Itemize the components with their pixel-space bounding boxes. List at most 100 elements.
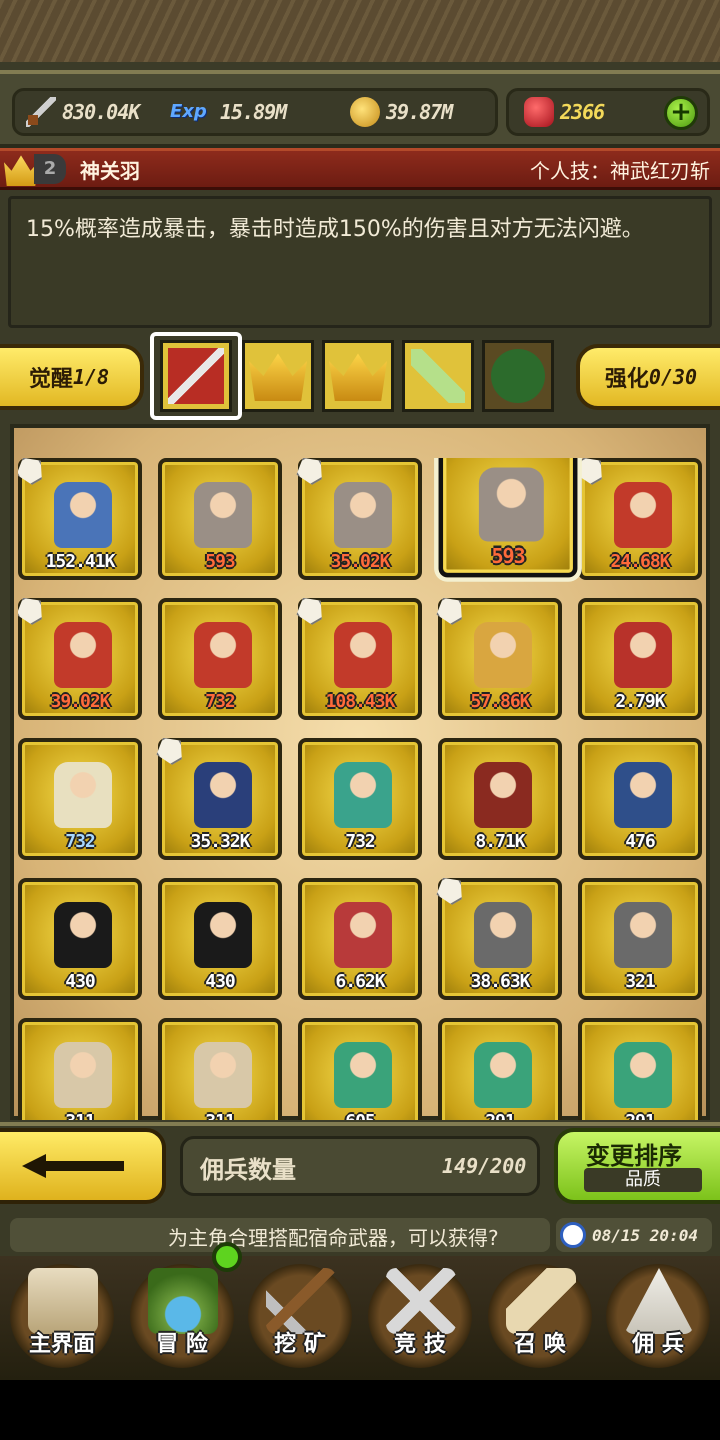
- enhance-label: 强化: [604, 367, 649, 392]
- nav-label-mining: 挖 矿: [274, 1332, 326, 1357]
- notification-dot: [212, 1242, 242, 1272]
- mercenary-power: 6.62K: [335, 971, 385, 992]
- nav-summon[interactable]: 召 唤: [482, 1258, 598, 1368]
- mercenary-portrait: [54, 1042, 112, 1108]
- mercenary-card[interactable]: 476: [578, 738, 702, 860]
- mercenary-card[interactable]: 39.02K: [18, 598, 142, 720]
- mercenary-portrait: [474, 622, 532, 688]
- mercenary-card[interactable]: 6.62K: [298, 878, 422, 1000]
- mercenary-card[interactable]: 430: [158, 878, 282, 1000]
- mercenary-card[interactable]: 38.63K: [438, 878, 562, 1000]
- crown-up-icon: [249, 353, 307, 401]
- awaken-value: 1/8: [72, 365, 110, 389]
- mercenary-portrait: [614, 622, 672, 688]
- gold-value: 39.87M: [386, 100, 453, 124]
- mercenary-portrait: [614, 482, 672, 548]
- nav-label-mercenary: 佣 兵: [632, 1332, 684, 1357]
- arrow-left-icon: [22, 1154, 126, 1178]
- mercenary-power: 476: [625, 831, 656, 852]
- mercenary-portrait: [614, 1042, 672, 1108]
- mercenary-card[interactable]: 311: [18, 1018, 142, 1120]
- mercenary-portrait: [334, 482, 392, 548]
- mercenary-power: 430: [65, 971, 96, 992]
- mercenary-card[interactable]: 593: [438, 458, 578, 578]
- mercenary-card[interactable]: 605: [298, 1018, 422, 1120]
- nav-main[interactable]: 主界面: [4, 1258, 120, 1368]
- equipped-marker-icon: [18, 458, 49, 489]
- sort-mode: 品质: [584, 1168, 702, 1192]
- nav-arena[interactable]: 竞 技: [362, 1258, 478, 1368]
- mercenary-power: 732: [345, 831, 376, 852]
- mercenary-card[interactable]: 35.02K: [298, 458, 422, 580]
- mercenary-power: 605: [302, 1111, 418, 1120]
- mercenary-card[interactable]: 732: [18, 738, 142, 860]
- enhance-button[interactable]: 强化 0/30: [576, 344, 720, 410]
- mercenary-power: 291: [582, 1111, 698, 1120]
- skill-slot-3[interactable]: [322, 340, 394, 412]
- mercenary-portrait: [334, 902, 392, 968]
- mercenary-power: 732: [65, 831, 96, 852]
- mercenary-portrait: [194, 762, 252, 828]
- mercenary-portrait: [334, 622, 392, 688]
- mercenary-card[interactable]: 291: [438, 1018, 562, 1120]
- gold-total: 39.87M: [350, 96, 453, 128]
- mercenary-power: 152.41K: [45, 551, 116, 572]
- skill-slot-5[interactable]: [482, 340, 554, 412]
- skill-slot-2[interactable]: [242, 340, 314, 412]
- mercenary-portrait: [474, 902, 532, 968]
- mercenary-power: 430: [205, 971, 236, 992]
- mercenary-count-value: 149/200: [442, 1154, 527, 1178]
- mercenary-card[interactable]: 321: [578, 878, 702, 1000]
- skill-description: 15%概率造成暴击，暴击时造成150%的伤害且对方无法闪避。: [26, 217, 644, 242]
- bottom-strip: [0, 1380, 720, 1440]
- mercenary-card[interactable]: 311: [158, 1018, 282, 1120]
- mercenary-card[interactable]: 24.68K: [578, 458, 702, 580]
- exp-total: Exp 15.89M: [170, 96, 287, 128]
- mercenary-portrait: [334, 1042, 392, 1108]
- crossed-swords-icon: [386, 1268, 456, 1334]
- coin-icon: [350, 97, 380, 127]
- nav-mercenary[interactable]: 佣 兵: [600, 1258, 716, 1368]
- crown-up-icon: [329, 353, 387, 401]
- attack-value: 830.04K: [62, 100, 140, 124]
- mercenary-card[interactable]: 35.32K: [158, 738, 282, 860]
- mercenary-card[interactable]: 8.71K: [438, 738, 562, 860]
- nav-label-summon: 召 唤: [514, 1332, 566, 1357]
- mercenary-card[interactable]: 152.41K: [18, 458, 142, 580]
- mercenary-card[interactable]: 430: [18, 878, 142, 1000]
- glaive-icon: [411, 349, 465, 403]
- nav-label-adventure: 冒 险: [156, 1332, 208, 1357]
- nav-adventure[interactable]: 冒 险: [124, 1258, 240, 1368]
- mercenary-card[interactable]: 291: [578, 1018, 702, 1120]
- clock: 08/15 20:04: [556, 1218, 712, 1252]
- mercenary-portrait: [194, 622, 252, 688]
- awaken-button[interactable]: 觉醒 1/8: [0, 344, 144, 410]
- ruby-icon: [524, 97, 554, 127]
- pickaxe-icon: [266, 1268, 336, 1334]
- mercenary-count-label: 佣兵数量: [200, 1156, 296, 1184]
- mercenary-card[interactable]: 732: [298, 738, 422, 860]
- nav-mining[interactable]: 挖 矿: [242, 1258, 358, 1368]
- plus-icon: +: [670, 97, 692, 127]
- back-button[interactable]: [0, 1128, 166, 1204]
- mercenary-power: 24.68K: [610, 551, 670, 572]
- mercenary-card[interactable]: 57.86K: [438, 598, 562, 720]
- nav-label-arena: 竞 技: [394, 1332, 446, 1357]
- skill-slot-1[interactable]: [160, 340, 232, 412]
- mercenary-power: 57.86K: [470, 691, 530, 712]
- add-gems-button[interactable]: +: [664, 96, 698, 130]
- mercenary-card[interactable]: 593: [158, 458, 282, 580]
- sword-icon: [26, 97, 56, 127]
- mercenary-power: 8.71K: [475, 831, 525, 852]
- mercenary-portrait: [478, 467, 544, 542]
- skill-slot-4[interactable]: [402, 340, 474, 412]
- mercenary-portrait: [54, 902, 112, 968]
- mercenary-card[interactable]: 732: [158, 598, 282, 720]
- rank-badge: 2: [34, 154, 66, 184]
- personal-skill-name: 个人技：神武红刃斩: [530, 159, 710, 183]
- awaken-label: 觉醒: [28, 367, 73, 392]
- mercenary-card[interactable]: 2.79K: [578, 598, 702, 720]
- mercenary-card[interactable]: 108.43K: [298, 598, 422, 720]
- mercenary-portrait: [194, 482, 252, 548]
- clock-time: 08/15 20:04: [592, 1225, 698, 1245]
